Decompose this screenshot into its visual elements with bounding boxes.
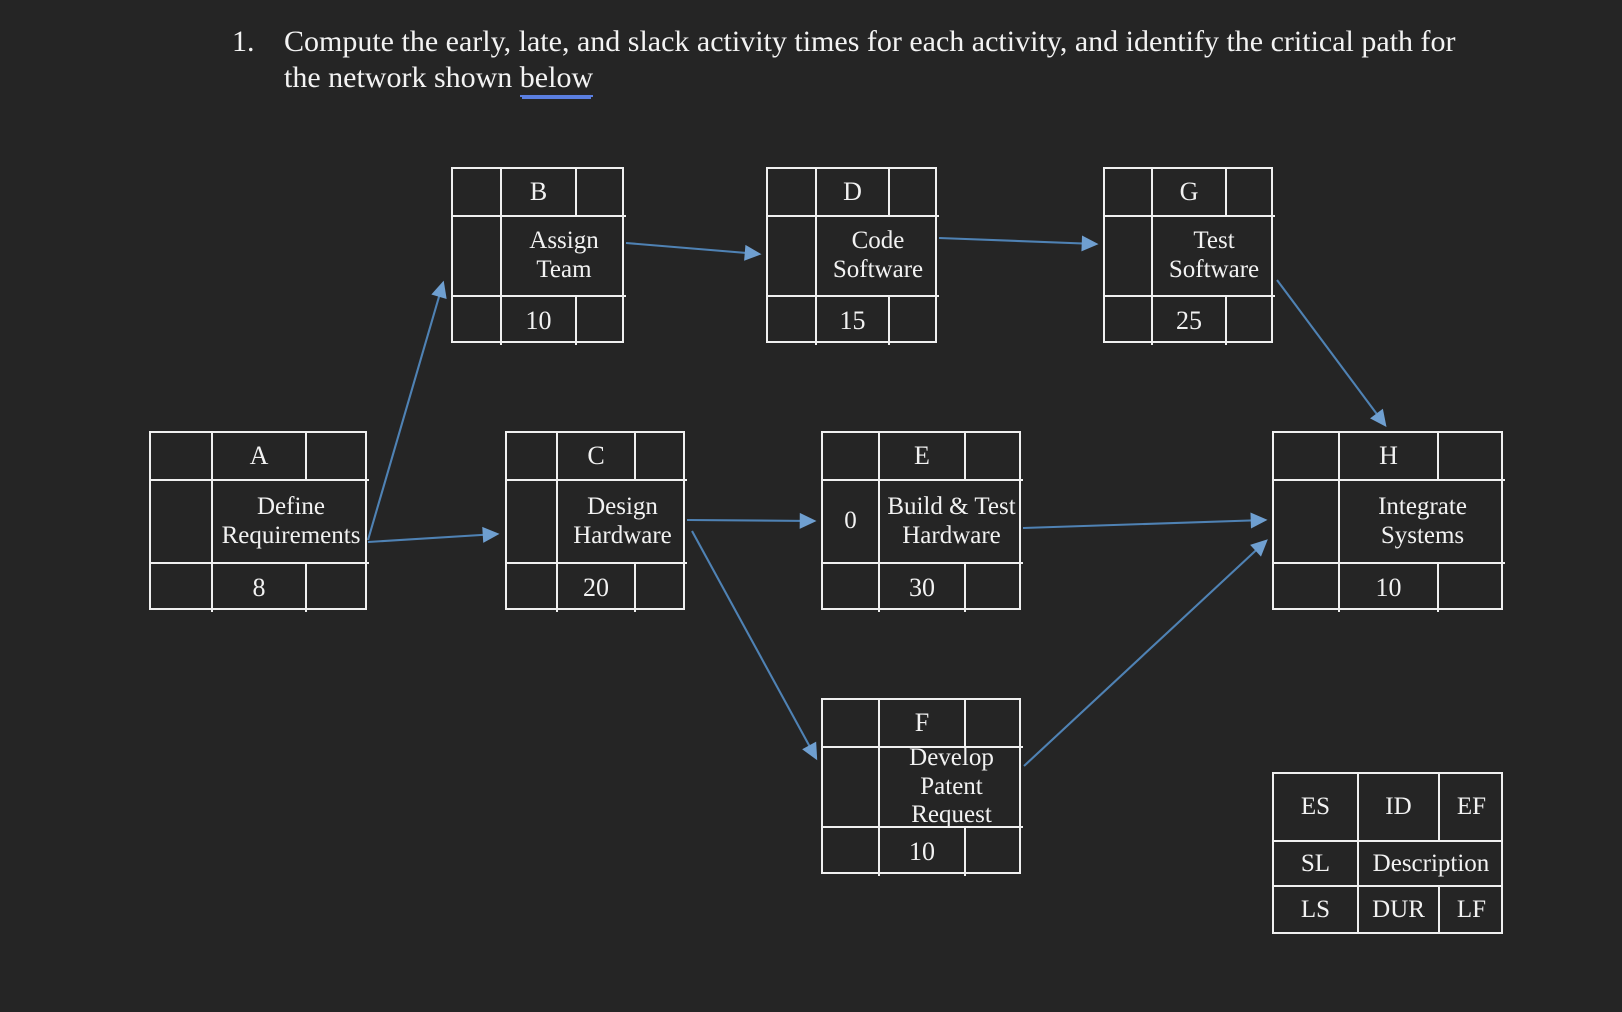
node-f-sl	[823, 748, 880, 828]
node-a-duration: 8	[213, 564, 307, 612]
node-g-description: Test Software	[1153, 217, 1275, 297]
node-c-es	[507, 433, 558, 481]
node-c-id: C	[558, 433, 636, 481]
node-f-es	[823, 700, 880, 748]
arrow-d-to-g	[938, 235, 1099, 252]
node-c-duration: 20	[558, 564, 636, 612]
node-key-legend: ES ID EF SL Description LS DUR LF	[1272, 772, 1503, 934]
node-e-ef	[966, 433, 1023, 481]
arrow-c-to-e	[686, 512, 817, 529]
arrow-c-to-f	[691, 530, 818, 761]
activity-node-f: F Develop Patent Request 10	[821, 698, 1023, 876]
node-f-id: F	[880, 700, 966, 748]
node-a-description: Define Requirements	[213, 481, 369, 564]
node-g-duration: 25	[1153, 297, 1227, 345]
node-c-ls	[507, 564, 558, 612]
arrow-f-to-h	[1023, 539, 1268, 767]
question-text-body: Compute the early, late, and slack activ…	[284, 25, 1456, 94]
node-c-sl	[507, 481, 558, 564]
node-e-lf	[966, 564, 1023, 612]
question-number: 1.	[232, 25, 255, 58]
node-h-sl	[1274, 481, 1340, 564]
arrow-a-to-b	[366, 280, 447, 541]
node-h-description: Integrate Systems	[1340, 481, 1505, 564]
node-b-es	[453, 169, 502, 217]
node-b-ef	[577, 169, 626, 217]
node-h-id: H	[1340, 433, 1439, 481]
node-f-ef	[966, 700, 1023, 748]
node-b-sl	[453, 217, 502, 297]
node-a-ls	[151, 564, 213, 612]
node-e-ls	[823, 564, 880, 612]
arrow-b-to-d	[625, 241, 762, 261]
node-h-es	[1274, 433, 1340, 481]
arrow-e-to-h	[1022, 512, 1268, 530]
activity-node-b: B Assign Team 10	[451, 167, 626, 345]
node-d-es	[768, 169, 817, 217]
node-c-lf	[636, 564, 687, 612]
node-a-ef	[307, 433, 369, 481]
node-f-lf	[966, 828, 1023, 876]
arrow-a-to-c	[367, 526, 500, 544]
node-d-id: D	[817, 169, 890, 217]
node-e-sl: 0	[823, 481, 880, 564]
activity-node-e: E 0 Build & Test Hardware 30	[821, 431, 1023, 612]
node-b-description: Assign Team	[502, 217, 626, 297]
node-c-description: Design Hardware	[558, 481, 687, 564]
node-g-ef	[1227, 169, 1275, 217]
node-f-ls	[823, 828, 880, 876]
node-g-es	[1105, 169, 1153, 217]
node-c-ef	[636, 433, 687, 481]
node-g-sl	[1105, 217, 1153, 297]
node-a-sl	[151, 481, 213, 564]
node-d-description: Code Software	[817, 217, 939, 297]
node-d-duration: 15	[817, 297, 890, 345]
node-b-id: B	[502, 169, 577, 217]
node-h-ls	[1274, 564, 1340, 612]
below-link[interactable]: below	[519, 61, 594, 97]
activity-node-a: A Define Requirements 8	[149, 431, 369, 612]
activity-node-c: C Design Hardware 20	[505, 431, 687, 612]
node-b-lf	[577, 297, 626, 345]
question-block: 1. Compute the early, late, and slack ac…	[232, 24, 1492, 97]
node-f-description: Develop Patent Request	[880, 748, 1023, 828]
legend-id: ID	[1359, 774, 1440, 842]
activity-node-d: D Code Software 15	[766, 167, 939, 345]
node-d-lf	[890, 297, 939, 345]
node-b-duration: 10	[502, 297, 577, 345]
node-a-lf	[307, 564, 369, 612]
legend-lf: LF	[1456, 895, 1487, 923]
legend-ef: EF	[1440, 774, 1503, 842]
node-d-sl	[768, 217, 817, 297]
node-h-ef	[1439, 433, 1505, 481]
legend-es: ES	[1274, 774, 1359, 842]
question-text: Compute the early, late, and slack activ…	[284, 24, 1492, 97]
node-e-duration: 30	[880, 564, 966, 612]
legend-sl: SL	[1274, 842, 1359, 887]
node-g-id: G	[1153, 169, 1227, 217]
legend-dur: DUR	[1359, 887, 1440, 932]
node-e-id: E	[880, 433, 966, 481]
node-h-duration: 10	[1340, 564, 1439, 612]
arrow-g-to-h	[1276, 279, 1387, 428]
activity-node-g: G Test Software 25	[1103, 167, 1275, 345]
node-g-lf	[1227, 297, 1275, 345]
node-b-ls	[453, 297, 502, 345]
node-e-description: Build & Test Hardware	[880, 481, 1023, 564]
node-e-es	[823, 433, 880, 481]
node-a-id: A	[213, 433, 307, 481]
node-g-ls	[1105, 297, 1153, 345]
node-d-ls	[768, 297, 817, 345]
node-d-ef	[890, 169, 939, 217]
node-f-duration: 10	[880, 828, 966, 876]
node-h-lf	[1439, 564, 1505, 612]
legend-ls: LS	[1274, 887, 1359, 932]
activity-node-h: H Integrate Systems 10	[1272, 431, 1505, 612]
node-a-es	[151, 433, 213, 481]
legend-description: Description	[1359, 842, 1503, 887]
worksheet-canvas: 1. Compute the early, late, and slack ac…	[0, 0, 1622, 1012]
